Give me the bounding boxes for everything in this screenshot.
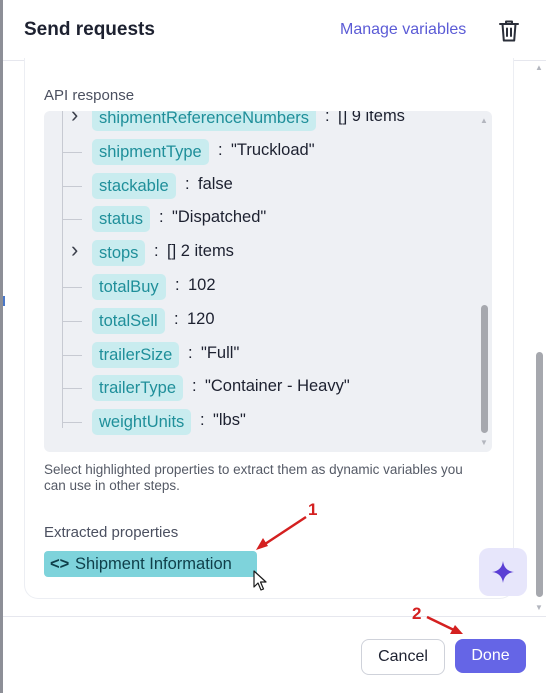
- extracted-property-chip[interactable]: <> Shipment Information: [44, 551, 257, 577]
- dialog-title: Send requests: [24, 19, 155, 40]
- json-row: stackable: false: [44, 171, 474, 201]
- annotation-number-2: 2: [412, 604, 422, 623]
- extracted-property-label: Shipment Information: [75, 555, 232, 573]
- json-row: totalSell:120: [44, 306, 474, 336]
- json-separator: :: [159, 208, 164, 227]
- trash-icon[interactable]: [497, 18, 521, 44]
- window-edge-marker: [3, 296, 5, 306]
- api-response-tree[interactable]: › shipmentReferenceNumbers: [] 9 items ship…: [44, 111, 492, 452]
- json-value: "Full": [201, 343, 240, 362]
- dialog-header: Send requests Manage variables: [3, 0, 546, 61]
- json-value: "lbs": [213, 411, 246, 430]
- json-key[interactable]: totalSell: [92, 307, 165, 334]
- tree-branch-line: [62, 185, 82, 187]
- json-separator: :: [188, 343, 193, 362]
- ai-assist-button[interactable]: [479, 548, 527, 596]
- tree-branch-line: [62, 320, 82, 322]
- tree-branch-line: [62, 219, 82, 221]
- scroll-up-arrow-icon[interactable]: ▲: [480, 116, 488, 125]
- json-row: shipmentType: "Truckload": [44, 137, 474, 167]
- json-value: "Dispatched": [172, 208, 267, 227]
- json-key[interactable]: shipmentType: [92, 138, 209, 165]
- json-value: [] 9 items: [338, 111, 405, 125]
- json-value: 120: [187, 309, 215, 328]
- mouse-pointer-icon: [253, 570, 267, 591]
- json-key[interactable]: shipmentReferenceNumbers: [92, 111, 317, 131]
- code-brackets-icon: <>: [50, 555, 70, 573]
- json-separator: :: [200, 411, 205, 430]
- json-value: 102: [188, 276, 216, 294]
- done-button[interactable]: Done: [455, 639, 526, 673]
- json-key[interactable]: stackable: [92, 172, 176, 199]
- dialog-scroll-down-icon[interactable]: ▼: [535, 603, 543, 612]
- json-row: totalBuy:102: [44, 272, 474, 302]
- json-separator: :: [192, 377, 197, 396]
- scroll-down-arrow-icon[interactable]: ▼: [480, 438, 488, 447]
- chevron-right-icon[interactable]: ›: [71, 111, 78, 128]
- annotation-number-1: 1: [308, 500, 318, 519]
- json-key[interactable]: totalBuy: [92, 274, 166, 300]
- json-key[interactable]: trailerType: [92, 375, 184, 402]
- json-row: status: "Dispatched": [44, 204, 474, 234]
- tree-branch-line: [62, 287, 82, 288]
- sparkle-icon: [492, 561, 514, 583]
- manage-variables-link[interactable]: Manage variables: [340, 21, 466, 39]
- json-key[interactable]: status: [92, 206, 151, 233]
- tree-branch-line: [62, 354, 82, 356]
- json-separator: :: [174, 309, 179, 328]
- json-key[interactable]: trailerSize: [92, 341, 180, 368]
- tree-branch-line: [62, 388, 82, 390]
- json-scrollbar-thumb[interactable]: [481, 305, 488, 433]
- tree-branch-line: [62, 151, 82, 153]
- json-separator: :: [185, 174, 190, 193]
- window-edge: [0, 0, 3, 693]
- json-key[interactable]: stops: [92, 240, 146, 267]
- json-value: "Truckload": [231, 140, 315, 159]
- json-value: [] 2 items: [167, 242, 234, 261]
- json-separator: :: [175, 276, 180, 294]
- json-row: › stops: [] 2 items: [44, 237, 474, 268]
- json-value: false: [198, 174, 233, 193]
- chevron-right-icon[interactable]: ›: [71, 237, 78, 263]
- json-row: › shipmentReferenceNumbers: [] 9 items: [44, 111, 474, 133]
- json-key[interactable]: weightUnits: [92, 409, 192, 436]
- json-row: trailerSize: "Full": [44, 340, 474, 370]
- json-separator: :: [154, 242, 159, 261]
- dialog-scrollbar-thumb[interactable]: [536, 352, 543, 597]
- tree-branch-line: [62, 422, 82, 424]
- json-separator: :: [325, 111, 330, 125]
- api-response-label: API response: [44, 87, 135, 104]
- cancel-button[interactable]: Cancel: [361, 639, 445, 675]
- json-separator: :: [218, 140, 223, 159]
- dialog-scroll-up-icon[interactable]: ▲: [535, 63, 543, 72]
- json-value: "Container - Heavy": [205, 377, 350, 396]
- json-row: trailerType: "Container - Heavy": [44, 373, 474, 403]
- extracted-properties-label: Extracted properties: [44, 524, 179, 541]
- json-row: weightUnits: "lbs": [44, 407, 474, 437]
- help-text: Select highlighted properties to extract…: [44, 462, 463, 493]
